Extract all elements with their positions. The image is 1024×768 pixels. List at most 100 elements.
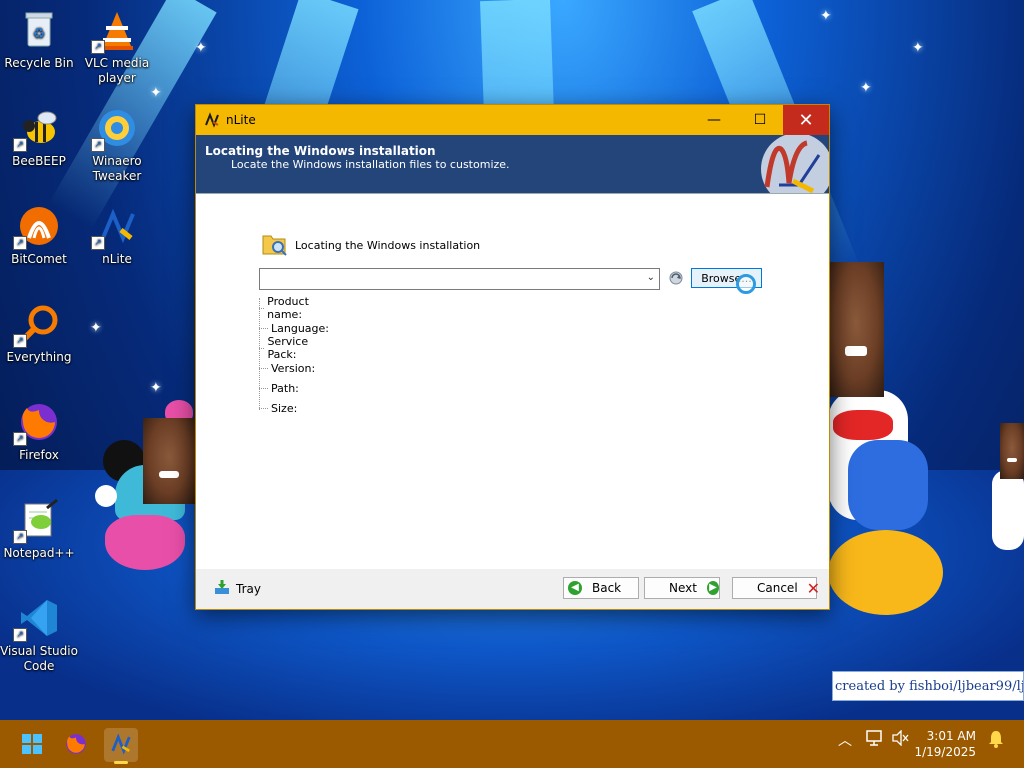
beebeep-icon: ↗ — [13, 106, 61, 152]
desktop-icon-firefox[interactable]: ↗ Firefox — [0, 400, 78, 463]
busy-cursor-icon — [736, 274, 756, 294]
shortcut-arrow-icon: ↗ — [91, 236, 105, 250]
refresh-icon[interactable] — [668, 270, 684, 286]
info-label: Version: — [271, 361, 316, 375]
donald-character — [828, 380, 948, 630]
firefox-icon — [64, 732, 88, 759]
cancel-x-icon: ✕ — [806, 578, 821, 598]
desktop-icon-label: BitComet — [11, 252, 67, 266]
info-service-pack: Service Pack: — [259, 335, 312, 361]
arrow-left-icon: ◀ — [568, 581, 582, 595]
desktop-icon-everything[interactable]: ↗ Everything — [0, 302, 78, 365]
back-label: Back — [592, 581, 622, 595]
shortcut-arrow-icon: ↗ — [13, 138, 27, 152]
nlite-icon: ↗ — [91, 204, 139, 250]
shortcut-arrow-icon: ↗ — [13, 628, 27, 642]
maximize-button[interactable]: ☐ — [737, 105, 783, 135]
start-button[interactable] — [15, 728, 49, 762]
info-version: Version: — [259, 358, 315, 378]
desktop-icon-beebeep[interactable]: ↗ BeeBEEP — [0, 106, 78, 169]
notification-bell-icon[interactable] — [988, 730, 1004, 752]
header-subtitle: Locate the Windows installation files to… — [231, 158, 510, 171]
sparkle: ✦ — [820, 8, 832, 24]
nlite-icon — [204, 112, 220, 128]
desktop-icon-winaero-tweaker[interactable]: ↗ Winaero Tweaker — [78, 106, 156, 184]
nlite-icon — [110, 732, 132, 758]
tray-download-icon — [214, 579, 230, 598]
desktop-icon-label: VLC media player — [84, 56, 150, 85]
title-bar[interactable]: nLite — ☐ ✕ — [196, 105, 829, 135]
vscode-icon: ↗ — [13, 596, 61, 642]
section-title: Locating the Windows installation — [295, 239, 481, 252]
minimize-button[interactable]: — — [691, 105, 737, 135]
back-button[interactable]: ◀ Back — [563, 577, 639, 599]
firefox-icon: ↗ — [13, 400, 61, 446]
shortcut-arrow-icon: ↗ — [13, 530, 27, 544]
face-photo — [143, 418, 195, 504]
nlite-window: nLite — ☐ ✕ Locating the Windows install… — [195, 104, 830, 610]
sparkle: ✦ — [860, 80, 872, 96]
bitcomet-icon: ↗ — [13, 204, 61, 250]
everything-icon: ↗ — [13, 302, 61, 348]
desktop-icon-label: Everything — [6, 350, 72, 364]
face-photo — [1000, 423, 1024, 479]
taskbar-firefox[interactable] — [59, 728, 93, 762]
minimize-icon: — — [707, 112, 721, 128]
info-label: Language: — [271, 321, 329, 335]
wizard-content: Locating the Windows installation ⌄ Brow… — [196, 193, 829, 570]
sparkle: ✦ — [195, 40, 207, 56]
info-size: Size: — [259, 398, 297, 418]
vlc-icon: ↗ — [91, 8, 139, 54]
watermark-text: created by fishboi/ljbear99/lj985 — [832, 671, 1024, 701]
desktop-icon-label: Winaero Tweaker — [92, 154, 142, 183]
sparkle: ✦ — [912, 40, 924, 56]
shortcut-arrow-icon: ↗ — [91, 40, 105, 54]
info-label: Size: — [271, 401, 298, 415]
next-button[interactable]: Next ▶ — [644, 577, 720, 599]
recycle-bin-icon: ♻ — [17, 8, 61, 52]
svg-text:♻: ♻ — [33, 26, 46, 42]
desktop-icon-label: Notepad++ — [3, 546, 75, 560]
wizard-footer: Tray ◀ Back Next ▶ Cancel ✕ — [196, 569, 829, 609]
tray-label: Tray — [236, 581, 261, 596]
volume-muted-icon[interactable] — [892, 729, 910, 750]
shortcut-arrow-icon: ↗ — [91, 138, 105, 152]
desktop-icon-vlc[interactable]: ↗ VLC media player — [78, 8, 156, 86]
taskbar: ︿ 3:01 AM 1/19/2025 — [0, 720, 1024, 768]
face-photo — [828, 262, 884, 397]
desktop-icon-vscode[interactable]: ↗ Visual Studio Code — [0, 596, 78, 674]
tray-button[interactable]: Tray — [214, 579, 261, 598]
arrow-right-icon: ▶ — [706, 581, 719, 595]
cancel-button[interactable]: Cancel ✕ — [732, 577, 821, 599]
folder-search-icon — [261, 230, 289, 261]
desktop-icon-notepad-plus-plus[interactable]: ↗ Notepad++ — [0, 498, 78, 561]
close-button[interactable]: ✕ — [783, 105, 829, 135]
path-combobox[interactable]: ⌄ — [259, 268, 660, 290]
taskbar-nlite[interactable] — [104, 728, 138, 764]
desktop-icon-label: Firefox — [19, 448, 59, 462]
desktop-icon-label: Recycle Bin — [4, 56, 74, 70]
cancel-label: Cancel — [757, 581, 798, 595]
section-heading: Locating the Windows installation — [261, 230, 480, 261]
network-icon[interactable] — [866, 730, 884, 750]
wizard-header: Locating the Windows installation Locate… — [196, 135, 829, 193]
desktop-icon-recycle-bin[interactable]: ♻ Recycle Bin — [0, 8, 78, 71]
desktop-icon-nlite[interactable]: ↗ nLite — [78, 204, 156, 267]
sparkle: ✦ — [90, 320, 102, 336]
chevron-down-icon[interactable]: ⌄ — [647, 272, 655, 283]
nlite-logo — [729, 135, 829, 193]
shortcut-arrow-icon: ↗ — [13, 236, 27, 250]
info-product-name: Product name: — [259, 295, 313, 321]
chevron-up-icon[interactable]: ︿ — [838, 730, 852, 750]
system-clock[interactable]: 3:01 AM 1/19/2025 — [914, 728, 976, 760]
desktop-icon-bitcomet[interactable]: ↗ BitComet — [0, 204, 78, 267]
header-title: Locating the Windows installation — [205, 144, 436, 158]
maximize-icon: ☐ — [753, 112, 767, 128]
info-path: Path: — [259, 378, 299, 398]
info-label: Path: — [271, 381, 299, 395]
desktop-icon-label: nLite — [102, 252, 132, 266]
shortcut-arrow-icon: ↗ — [13, 432, 27, 446]
clock-date: 1/19/2025 — [914, 745, 976, 759]
desktop-icon-label: Visual Studio Code — [0, 644, 78, 673]
notepad-plus-plus-icon: ↗ — [13, 498, 61, 544]
